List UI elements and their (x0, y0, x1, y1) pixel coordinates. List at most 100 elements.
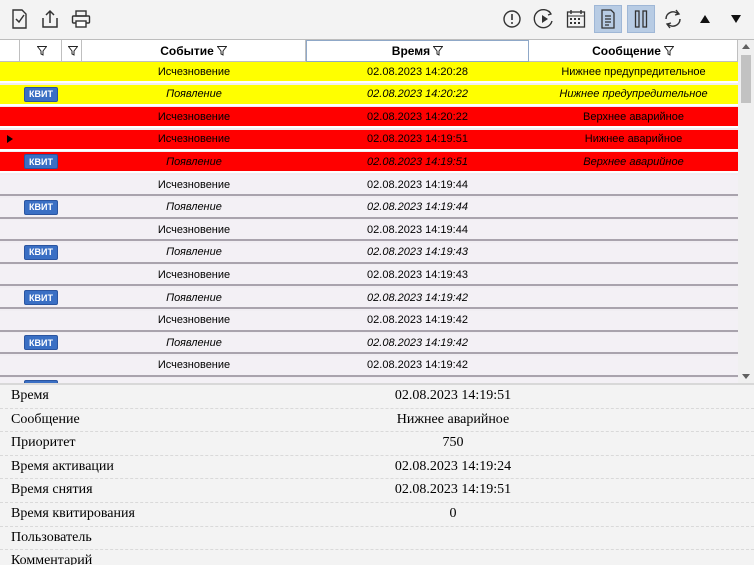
message-cell: Верхнее аварийное (529, 152, 738, 171)
row-marker-cell (0, 152, 20, 171)
header-time-label: Время (391, 44, 431, 58)
time-cell: 02.08.2023 14:20:22 (306, 85, 529, 104)
acknowledge-doc-icon[interactable] (5, 5, 33, 33)
filter-icon[interactable] (433, 46, 444, 56)
acknowledge-button[interactable]: КВИТ (24, 199, 58, 215)
message-cell (529, 243, 738, 262)
table-row[interactable]: КВИТ Появление 02.08.2023 14:19:51 Верхнее … (0, 152, 738, 174)
time-cell: 02.08.2023 14:19:42 (306, 356, 529, 375)
table-row[interactable]: Исчезновение 02.08.2023 14:20:28 Нижнее пр… (0, 62, 738, 83)
extra-cell (62, 130, 82, 149)
arrow-up-icon[interactable] (691, 5, 719, 33)
header-event[interactable]: Событие (82, 40, 306, 62)
ack-cell (20, 107, 62, 126)
print-icon[interactable] (67, 5, 95, 33)
message-text: Нижнее аварийное (584, 133, 683, 146)
detail-label: Сообщение (11, 411, 80, 427)
header-event-label: Событие (160, 43, 214, 58)
extra-cell (62, 288, 82, 307)
acknowledge-button[interactable]: КВИТ (24, 335, 58, 351)
acknowledge-button[interactable]: КВИТ (24, 290, 58, 305)
time-cell: 02.08.2023 14:19:43 (306, 265, 529, 284)
vertical-scrollbar[interactable] (738, 40, 754, 383)
event-text: Появление (166, 88, 222, 101)
table-row[interactable]: КВИТ Появление 02.08.2023 14:20:22 Нижнее п… (0, 84, 738, 106)
calendar-icon[interactable] (562, 5, 590, 33)
acknowledge-button[interactable]: КВИТ (24, 154, 58, 170)
table-row[interactable]: Исчезновение 02.08.2023 14:19:42 (0, 355, 738, 377)
event-cell: Исчезновение (82, 311, 306, 330)
table-row[interactable]: Исчезновение 02.08.2023 14:19:43 (0, 265, 738, 287)
export-icon[interactable] (36, 5, 64, 33)
event-text: Исчезновение (157, 223, 231, 236)
extra-cell (62, 85, 82, 104)
pause-icon[interactable] (627, 5, 655, 33)
refresh-icon[interactable] (659, 5, 687, 33)
detail-label: Время (11, 388, 49, 403)
table-row[interactable]: КВИТ Появление 02.08.2023 14:19:42 (0, 288, 738, 309)
event-text: Исчезновение (157, 133, 231, 146)
detail-row: Время активации 02.08.2023 14:19:24 (0, 456, 754, 480)
time-text: 02.08.2023 14:19:42 (367, 359, 468, 372)
event-text: Появление (166, 246, 222, 259)
acknowledge-button[interactable]: КВИТ (24, 86, 58, 102)
header-time[interactable]: Время (306, 40, 529, 62)
message-cell: Нижнее предупредительное (529, 62, 738, 81)
ack-cell: КВИТ (20, 198, 62, 217)
event-text: Исчезновение (157, 178, 231, 191)
table-row[interactable]: Исчезновение 02.08.2023 14:20:22 Верхнее а… (0, 107, 738, 129)
table-row[interactable]: Исчезновение 02.08.2023 14:19:42 (0, 310, 738, 332)
extra-cell (62, 243, 82, 262)
ack-cell: КВИТ (20, 152, 62, 171)
scroll-up-icon[interactable] (742, 44, 750, 49)
play-clock-icon[interactable] (530, 5, 558, 33)
time-text: 02.08.2023 14:19:43 (367, 268, 468, 281)
detail-row: Комментарий (0, 550, 754, 565)
detail-row: Время снятия 02.08.2023 14:19:51 (0, 479, 754, 503)
filter-icon[interactable] (216, 45, 227, 56)
alert-circle-icon[interactable] (498, 5, 526, 33)
event-text: Появление (166, 155, 222, 168)
event-cell: Появление (82, 85, 306, 104)
table-row[interactable]: Исчезновение 02.08.2023 14:19:51 Нижнее ав… (0, 129, 738, 151)
time-text: 02.08.2023 14:19:44 (367, 201, 468, 214)
acknowledge-button[interactable]: КВИТ (24, 244, 58, 260)
table-row[interactable]: Исчезновение 02.08.2023 14:19:44 (0, 175, 738, 196)
event-text: Исчезновение (157, 65, 231, 78)
header-filter-ack[interactable] (20, 40, 62, 62)
time-text: 02.08.2023 14:20:22 (367, 110, 468, 123)
time-text: 02.08.2023 14:19:42 (367, 291, 468, 304)
filter-icon[interactable] (663, 45, 674, 56)
message-cell (529, 333, 738, 352)
document-icon[interactable] (594, 5, 622, 33)
time-text: 02.08.2023 14:19:43 (367, 246, 468, 259)
detail-label: Приоритет (11, 435, 76, 451)
table-row[interactable]: КВИТ Появление 02.08.2023 14:19:44 (0, 197, 738, 219)
table-row[interactable]: КВИТ Появление 02.08.2023 14:19:42 (0, 333, 738, 355)
message-cell (529, 220, 738, 239)
extra-cell (62, 311, 82, 330)
ack-cell: КВИТ (20, 333, 62, 352)
time-cell: 02.08.2023 14:19:43 (306, 243, 529, 262)
scrollbar-thumb[interactable] (741, 55, 751, 103)
row-marker-cell (0, 243, 20, 262)
event-cell: Исчезновение (82, 220, 306, 239)
header-filter-small[interactable] (62, 40, 82, 62)
row-marker-cell (0, 130, 20, 149)
event-cell: Исчезновение (82, 356, 306, 375)
table-row[interactable]: Исчезновение 02.08.2023 14:19:44 (0, 220, 738, 242)
detail-value: Нижнее аварийное (396, 411, 510, 427)
row-marker-cell (0, 198, 20, 217)
table-row[interactable]: КВИТ Появление 02.08.2023 14:19:43 (0, 242, 738, 264)
time-text: 02.08.2023 14:19:44 (367, 223, 468, 236)
extra-cell (62, 152, 82, 171)
scroll-down-icon[interactable] (742, 374, 750, 379)
message-cell (529, 311, 738, 330)
header-message[interactable]: Сообщение (529, 40, 738, 62)
event-text: Исчезновение (157, 359, 231, 372)
header-message-label: Сообщение (592, 43, 661, 58)
filter-icon (68, 45, 78, 56)
arrow-down-icon[interactable] (722, 5, 750, 33)
message-text: Нижнее предупредительное (559, 88, 708, 101)
message-cell (529, 265, 738, 284)
